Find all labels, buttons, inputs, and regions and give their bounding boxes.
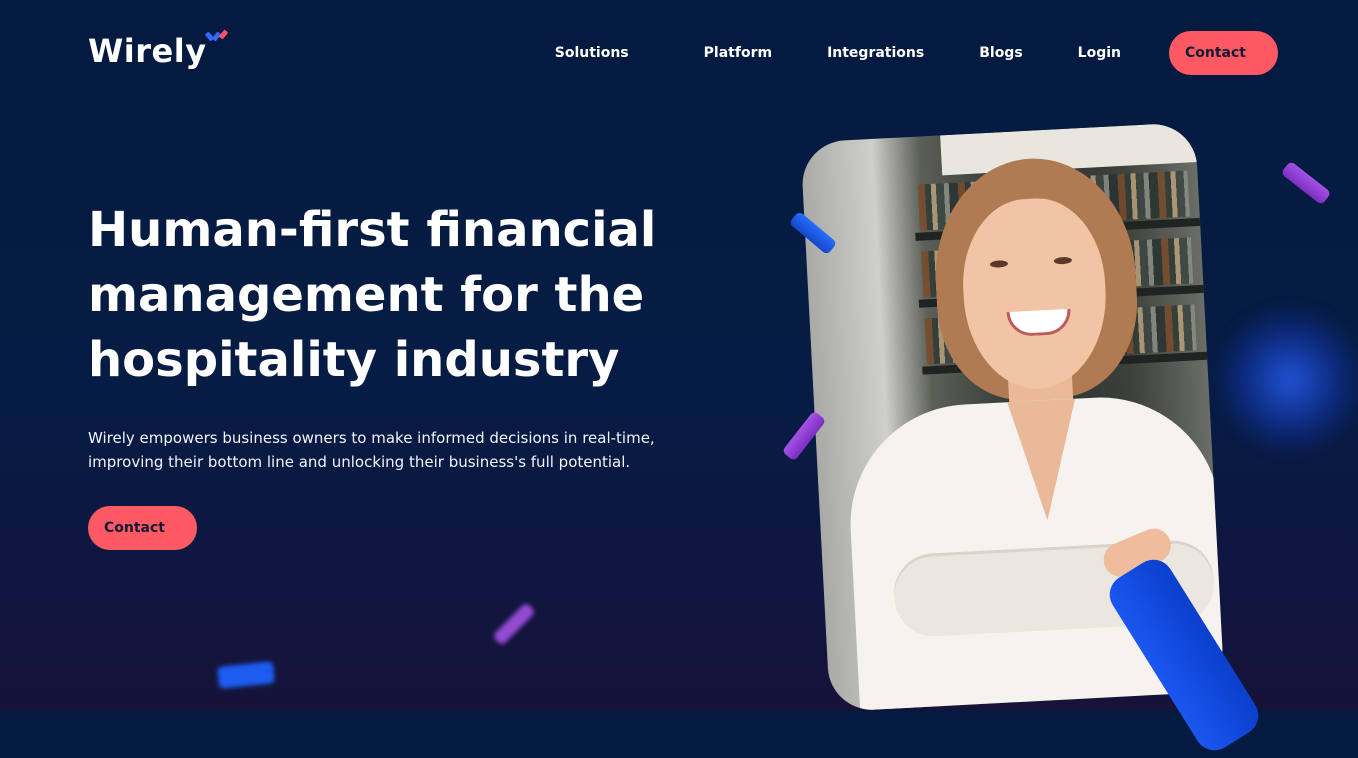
blouse-neckline bbox=[1007, 398, 1082, 523]
nav-platform-link[interactable]: Platform bbox=[704, 45, 772, 61]
nav-login-link[interactable]: Login bbox=[1078, 45, 1121, 61]
person-smile bbox=[1006, 308, 1072, 338]
purple-bar-decoration bbox=[1280, 160, 1332, 206]
logo-wordmark: Wirely bbox=[88, 32, 207, 70]
checkmark-accent-icon bbox=[204, 29, 231, 46]
person-eye bbox=[1053, 256, 1073, 265]
hero-contact-button[interactable]: Contact bbox=[88, 506, 197, 550]
nav-solutions-link[interactable]: Solutions bbox=[555, 45, 629, 61]
nav-integrations-link[interactable]: Integrations bbox=[827, 45, 924, 61]
purple-bar-decoration bbox=[492, 602, 536, 646]
nav-blogs-link[interactable]: Blogs bbox=[979, 45, 1022, 61]
blue-bar-decoration bbox=[217, 661, 275, 689]
top-nav: Solutions Platform Integrations Blogs Lo… bbox=[555, 31, 1278, 75]
hero-headline: Human-first financial management for the… bbox=[88, 202, 657, 388]
hero-subtext: Wirely empowers business owners to make … bbox=[88, 429, 655, 471]
logo[interactable]: Wirely bbox=[88, 29, 231, 70]
blue-glow-decoration bbox=[1210, 305, 1358, 455]
person-eye bbox=[989, 260, 1009, 268]
nav-contact-button[interactable]: Contact bbox=[1169, 31, 1278, 75]
